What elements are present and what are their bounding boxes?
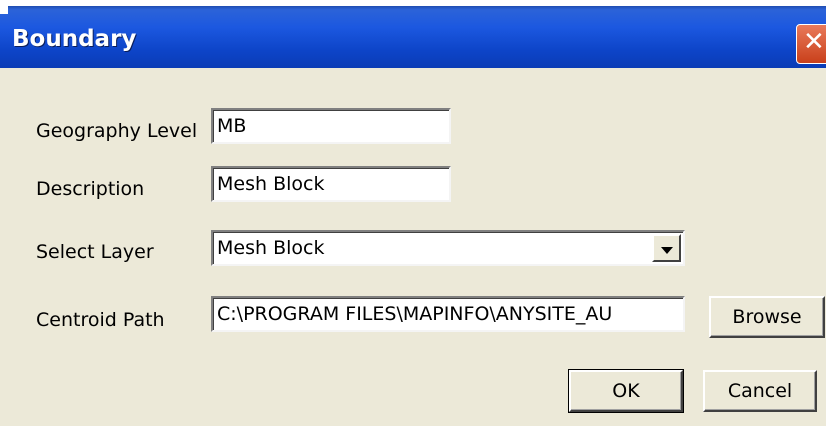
- centroid-path-label: Centroid Path: [36, 309, 165, 331]
- geography-level-field[interactable]: MB: [211, 108, 451, 144]
- select-layer-value: Mesh Block: [217, 237, 325, 259]
- select-layer-dropdown-button[interactable]: [652, 234, 681, 262]
- title-bar[interactable]: Boundary ✕: [0, 0, 826, 68]
- ok-button[interactable]: OK: [568, 369, 684, 413]
- centroid-path-field[interactable]: C:\PROGRAM FILES\MAPINFO\ANYSITE_AU: [211, 296, 685, 332]
- description-field[interactable]: Mesh Block: [211, 166, 451, 202]
- select-layer-label: Select Layer: [36, 241, 154, 263]
- description-label: Description: [36, 178, 145, 200]
- geography-level-label: Geography Level: [36, 120, 198, 142]
- cancel-button-label: Cancel: [727, 380, 793, 402]
- close-button[interactable]: ✕: [796, 24, 826, 64]
- dialog-body: Geography Level MB Description Mesh Bloc…: [0, 68, 826, 426]
- ok-button-label: OK: [612, 380, 640, 402]
- title-bar-top-edge: [0, 0, 826, 6]
- cancel-button[interactable]: Cancel: [703, 370, 817, 412]
- browse-button[interactable]: Browse: [709, 296, 825, 338]
- chevron-down-icon: [661, 247, 673, 254]
- select-layer-dropdown[interactable]: Mesh Block: [211, 230, 685, 266]
- title-bar-left-edge: [0, 0, 8, 14]
- browse-button-label: Browse: [732, 306, 802, 328]
- window-title: Boundary: [12, 26, 137, 52]
- close-icon: ✕: [803, 27, 825, 57]
